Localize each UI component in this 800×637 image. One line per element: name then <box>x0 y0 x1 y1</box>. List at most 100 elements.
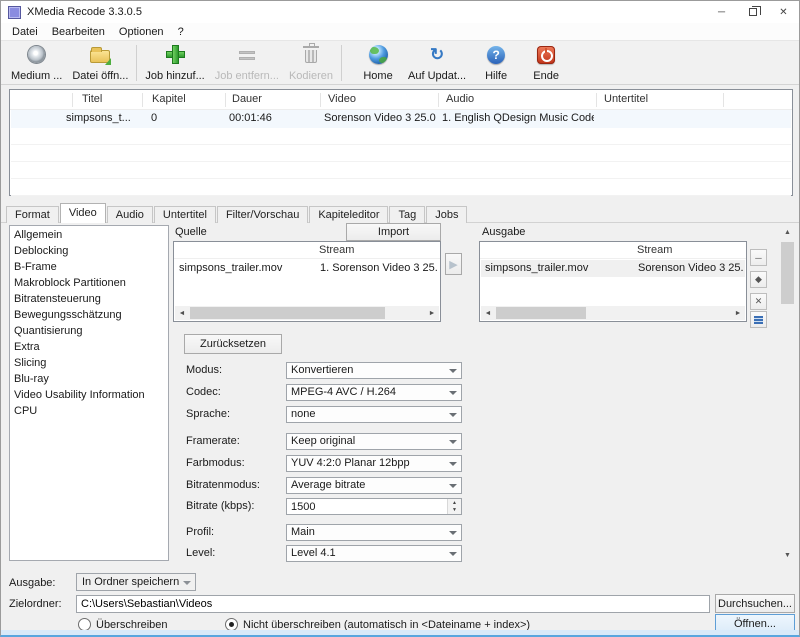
scroll-right-icon[interactable]: ► <box>425 306 439 320</box>
scroll-thumb[interactable] <box>190 307 385 319</box>
tab-filter-vorschau[interactable]: Filter/Vorschau <box>217 206 308 223</box>
output-stream-row[interactable]: simpsons_trailer.mov Sorenson Video 3 25… <box>481 260 745 277</box>
dest-folder-input[interactable] <box>76 595 710 613</box>
table-row-empty <box>11 128 791 145</box>
section-deblocking[interactable]: Deblocking <box>10 243 168 259</box>
exit-button[interactable]: Ende <box>521 43 571 83</box>
chevron-down-icon <box>449 440 457 444</box>
scroll-thumb[interactable] <box>496 307 586 319</box>
stream-properties-button[interactable] <box>750 311 767 328</box>
section-bitratensteuerung[interactable]: Bitratensteuerung <box>10 291 168 307</box>
tab-jobs[interactable]: Jobs <box>426 206 467 223</box>
output-mode-select[interactable]: In Ordner speichern <box>76 573 196 591</box>
open-medium-button[interactable]: Medium ... <box>6 43 67 83</box>
encode-button: Kodieren <box>284 43 338 83</box>
section-cpu[interactable]: CPU <box>10 403 168 419</box>
column-titel[interactable]: Titel <box>82 93 102 105</box>
column-untertitel[interactable]: Untertitel <box>604 93 648 105</box>
stream-delete-button[interactable]: ✕ <box>750 293 767 310</box>
section-slicing[interactable]: Slicing <box>10 355 168 371</box>
reset-button[interactable]: Zurücksetzen <box>184 334 282 354</box>
section-allgemein[interactable]: Allgemein <box>10 227 168 243</box>
vscroll-thumb[interactable] <box>781 242 794 304</box>
chevron-down-icon <box>449 552 457 556</box>
output-mode-label: Ausgabe: <box>9 577 55 589</box>
column-video[interactable]: Video <box>328 93 356 105</box>
column-dauer[interactable]: Dauer <box>232 93 262 105</box>
tab-kapiteleditor[interactable]: Kapiteleditor <box>309 206 388 223</box>
chevron-down-icon <box>183 581 191 585</box>
tab-format[interactable]: Format <box>6 206 59 223</box>
sprache-label: Sprache: <box>186 408 230 420</box>
output-hscrollbar[interactable]: ◄ ► <box>481 306 745 320</box>
table-row-empty <box>11 162 791 179</box>
section-quantisierung[interactable]: Quantisierung <box>10 323 168 339</box>
help-button[interactable]: ? Hilfe <box>471 43 521 83</box>
app-icon <box>8 6 21 19</box>
close-button[interactable]: ✕ <box>768 1 799 23</box>
bitrate-stepper[interactable]: ▲▼ <box>286 498 462 515</box>
window-bottom-edge <box>1 630 799 636</box>
stream-edit-button[interactable]: ◆ <box>750 271 767 288</box>
farbmodus-select[interactable]: YUV 4:2:0 Planar 12bpp <box>286 455 462 472</box>
move-stream-button: ▶ <box>445 253 462 275</box>
scroll-left-icon[interactable]: ◄ <box>175 306 189 320</box>
tab-untertitel[interactable]: Untertitel <box>154 206 216 223</box>
toolbar-separator <box>136 45 137 81</box>
minimize-button[interactable]: ─ <box>706 1 737 23</box>
column-kapitel[interactable]: Kapitel <box>152 93 186 105</box>
level-select[interactable]: Level 4.1 <box>286 545 462 562</box>
check-update-button[interactable]: ↻ Auf Updat... <box>403 43 471 83</box>
menu-bearbeiten[interactable]: Bearbeiten <box>45 26 112 38</box>
scroll-right-icon[interactable]: ► <box>731 306 745 320</box>
codec-select[interactable]: MPEG-4 AVC / H.264 <box>286 384 462 401</box>
scroll-down-icon[interactable]: ▼ <box>780 548 795 563</box>
open-file-button[interactable]: Datei öffn... <box>67 43 133 83</box>
add-job-button[interactable]: Job hinzuf... <box>140 43 209 83</box>
column-audio[interactable]: Audio <box>446 93 474 105</box>
chevron-down-icon <box>449 462 457 466</box>
toolbar: Medium ... Datei öffn... Job hinzuf... J… <box>1 40 799 85</box>
disc-icon <box>28 45 45 65</box>
section-b-frame[interactable]: B-Frame <box>10 259 168 275</box>
source-stream-row[interactable]: simpsons_trailer.mov 1. Sorenson Video 3… <box>175 260 439 277</box>
dest-folder-label: Zielordner: <box>9 598 62 610</box>
chevron-down-icon <box>449 531 457 535</box>
bitratenmodus-label: Bitratenmodus: <box>186 479 260 491</box>
browse-button[interactable]: Durchsuchen... <box>715 594 795 613</box>
import-button[interactable]: Import <box>346 223 441 241</box>
profil-select[interactable]: Main <box>286 524 462 541</box>
modus-select[interactable]: Konvertieren <box>286 362 462 379</box>
open-folder-icon <box>90 45 110 65</box>
tab-audio[interactable]: Audio <box>107 206 153 223</box>
tab-tag[interactable]: Tag <box>389 206 425 223</box>
spinner-arrows-icon[interactable]: ▲▼ <box>447 499 461 514</box>
menu-optionen[interactable]: Optionen <box>112 26 171 38</box>
scroll-up-icon[interactable]: ▲ <box>780 225 795 240</box>
chevron-down-icon <box>449 391 457 395</box>
section-blu-ray[interactable]: Blu-ray <box>10 371 168 387</box>
power-icon <box>537 45 555 65</box>
stream-remove-button[interactable]: ─ <box>750 249 767 266</box>
table-row[interactable]: simpsons_t... 0 00:01:46 Sorenson Video … <box>11 110 791 128</box>
section-extra[interactable]: Extra <box>10 339 168 355</box>
bitratenmodus-select[interactable]: Average bitrate <box>286 477 462 494</box>
job-file-table: Titel Kapitel Dauer Video Audio Untertit… <box>9 89 793 196</box>
menu-help[interactable]: ? <box>171 26 191 38</box>
video-tab-panel: Allgemein Deblocking B-Frame Makroblock … <box>1 223 799 569</box>
source-hscrollbar[interactable]: ◄ ► <box>175 306 439 320</box>
section-makroblock[interactable]: Makroblock Partitionen <box>10 275 168 291</box>
menu-bar: Datei Bearbeiten Optionen ? <box>1 23 799 40</box>
tab-video[interactable]: Video <box>60 203 106 223</box>
home-button[interactable]: Home <box>353 43 403 83</box>
scroll-left-icon[interactable]: ◄ <box>481 306 495 320</box>
section-bewegungsschaetzung[interactable]: Bewegungsschätzung <box>10 307 168 323</box>
framerate-select[interactable]: Keep original <box>286 433 462 450</box>
title-bar: XMedia Recode 3.3.0.5 ─ ✕ <box>1 1 799 23</box>
section-vui[interactable]: Video Usability Information <box>10 387 168 403</box>
menu-datei[interactable]: Datei <box>5 26 45 38</box>
table-header: Titel Kapitel Dauer Video Audio Untertit… <box>10 90 792 110</box>
app-window: XMedia Recode 3.3.0.5 ─ ✕ Datei Bearbeit… <box>0 0 800 637</box>
sprache-select[interactable]: none <box>286 406 462 423</box>
restore-button[interactable] <box>737 1 768 23</box>
